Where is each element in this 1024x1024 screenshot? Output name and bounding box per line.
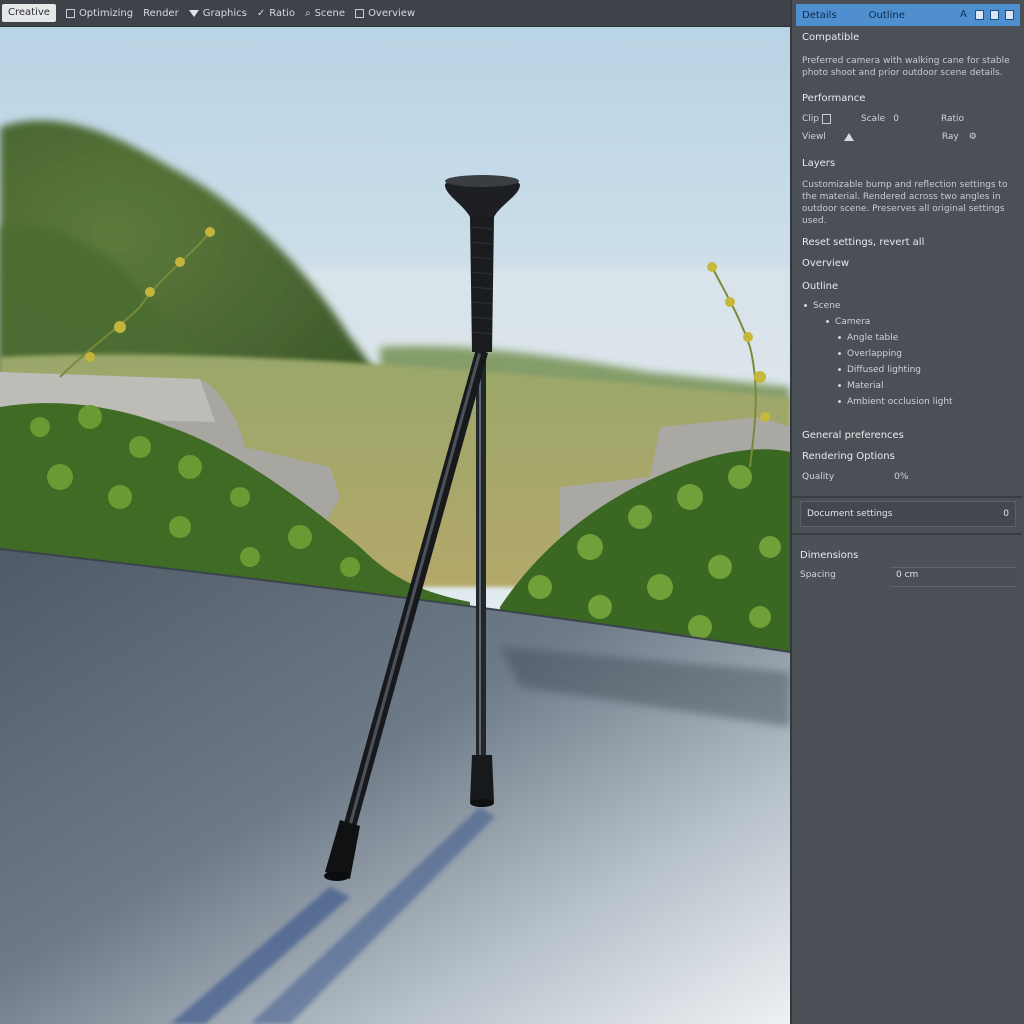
field-value: 0: [1003, 509, 1009, 519]
bullet-icon: [838, 384, 841, 387]
bullet-icon: [838, 368, 841, 371]
divider: [792, 496, 1022, 498]
tree-item-scene[interactable]: Scene: [802, 298, 1014, 314]
tree-item-leaf[interactable]: Overlapping: [802, 346, 1014, 362]
toolbar-item-label: Render: [143, 7, 179, 19]
param-label: Clip: [802, 114, 819, 124]
param-label: Viewl: [802, 132, 826, 142]
section-performance-title: Performance: [802, 93, 866, 104]
divider: [792, 533, 1022, 535]
bullet-icon: [804, 304, 807, 307]
toolbar-item-overview[interactable]: Overview: [355, 8, 415, 19]
toolbar-item-label: Overview: [368, 7, 416, 19]
section-outline-title: Outline: [802, 281, 839, 292]
toolbar-item-label: Ratio: [269, 7, 295, 19]
param-row-2: Viewl Ray ⚙: [802, 128, 1014, 146]
bullet-icon: [838, 336, 841, 339]
rendering-options-title: Rendering Options: [802, 451, 895, 462]
tree-item-leaf[interactable]: Angle table: [802, 330, 1014, 346]
render-viewport[interactable]: [0, 27, 790, 1024]
tree-item-camera[interactable]: Camera: [802, 314, 1014, 330]
section-general-title: General preferences: [802, 430, 904, 441]
tree-item-leaf[interactable]: Ambient occlusion light: [802, 394, 1014, 410]
section-compatible-title: Compatible: [802, 32, 860, 43]
panel-header: Details Outline A: [796, 4, 1020, 26]
toolbar-item-label: Optimizing: [78, 7, 134, 19]
gear-icon[interactable]: ⚙: [969, 132, 977, 142]
tree-item-leaf[interactable]: Material: [802, 378, 1014, 394]
quality-row: Quality 0%: [802, 468, 1014, 486]
spacing-label: Spacing: [800, 570, 836, 580]
toolbar-item-optimizing[interactable]: Optimizing: [65, 7, 134, 19]
toolbar-item-scene[interactable]: ⌕ Scene: [305, 8, 345, 19]
settings-icon[interactable]: [1005, 10, 1014, 20]
spacing-input[interactable]: 0 cm: [890, 567, 1016, 587]
save-icon[interactable]: [990, 10, 999, 20]
top-toolbar: Creative Optimizing Render Graphics ✓ Ra…: [0, 0, 790, 27]
overview-icon: [355, 8, 365, 18]
section-dimensions-title: Dimensions: [800, 550, 859, 561]
section-compatible-text: Preferred camera with walking cane for s…: [802, 56, 1010, 78]
bullet-icon: [838, 400, 841, 403]
param-label: Ray: [941, 132, 959, 142]
param-value[interactable]: 0: [893, 114, 899, 124]
tab-outline[interactable]: Outline: [869, 10, 905, 21]
tree-item-leaf[interactable]: Diffused lighting: [802, 362, 1014, 378]
search-icon: ⌕: [304, 7, 311, 19]
toolbar-item-graphics[interactable]: Graphics: [188, 7, 247, 19]
quality-label: Quality: [802, 472, 835, 482]
toolbar-item-label: Graphics: [202, 7, 247, 19]
section-layers-title: Layers: [802, 158, 836, 169]
tab-details[interactable]: Details: [802, 10, 837, 21]
toolbar-item-render[interactable]: Render: [143, 8, 179, 19]
check-icon: ✓: [256, 7, 266, 19]
scene-render: [0, 27, 790, 1024]
param-label: Scale: [861, 114, 886, 124]
copy-icon[interactable]: [975, 10, 984, 20]
section-layers-text: Customizable bump and reflection setting…: [802, 180, 1008, 226]
font-a-icon[interactable]: A: [960, 10, 969, 20]
toolbar-tab-active[interactable]: Creative: [2, 4, 56, 22]
clip-checkbox[interactable]: [822, 114, 831, 124]
optimize-icon: [65, 8, 75, 18]
document-settings-field[interactable]: Document settings 0: [800, 501, 1016, 527]
triangle-up-icon[interactable]: [843, 133, 854, 141]
dimensions-section: Dimensions Spacing: [792, 540, 1022, 1024]
quality-value[interactable]: 0%: [894, 472, 908, 482]
param-label: Ratio: [940, 114, 965, 124]
toolbar-item-label: Scene: [314, 7, 346, 19]
dropdown-triangle-icon: [188, 9, 199, 17]
spacing-value: 0 cm: [896, 570, 919, 580]
outline-tree: Scene Camera Angle table Overlapping Dif…: [802, 298, 1014, 410]
reset-settings-link[interactable]: Reset settings, revert all: [802, 237, 1014, 248]
bullet-icon: [838, 352, 841, 355]
bullet-icon: [826, 320, 829, 323]
toolbar-item-ratio[interactable]: ✓ Ratio: [257, 8, 295, 19]
section-overview-title: Overview: [802, 258, 850, 269]
param-row-1: Clip Scale 0 Ratio: [802, 110, 1014, 128]
field-label: Document settings: [807, 509, 893, 519]
